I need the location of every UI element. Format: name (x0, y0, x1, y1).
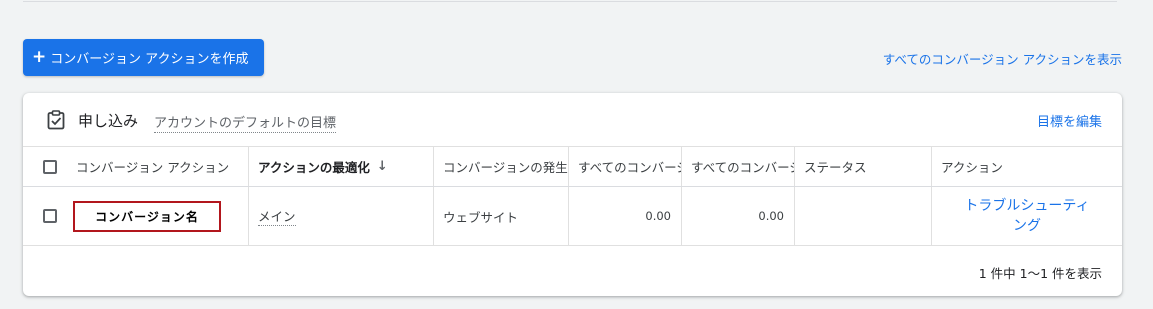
conversion-name[interactable]: コンバージョン名 (73, 201, 221, 232)
header-source[interactable]: コンバージョンの発生元 (433, 147, 568, 186)
toolbar: + コンバージョン アクションを作成 すべてのコンバージョン アクションを表示 (0, 38, 1153, 78)
header-all-conversions-1[interactable]: すべてのコンバージョン (568, 147, 681, 186)
pagination-summary: 1 件中 1～1 件を表示 (978, 266, 1102, 281)
previous-section-card (23, 0, 1117, 2)
troubleshooting-link[interactable]: トラブルシューティング (931, 187, 1122, 245)
create-conversion-action-button[interactable]: + コンバージョン アクションを作成 (23, 39, 264, 76)
plus-icon: + (32, 47, 47, 67)
row-select-cell: コンバージョン名 (23, 187, 248, 245)
row-checkbox[interactable] (43, 209, 57, 223)
optimization-cell: メイン (248, 187, 433, 245)
header-action-optimization[interactable]: アクションの最適化 ↓ (248, 147, 433, 186)
all-conversions-1-cell: 0.00 (568, 187, 681, 245)
table-row: コンバージョン名 メイン ウェブサイト 0.00 0.00 トラブルシューティン… (23, 187, 1122, 246)
edit-goal-link[interactable]: 目標を編集 (1037, 111, 1102, 130)
all-conversions-2-cell: 0.00 (681, 187, 794, 245)
header-action-optimization-label: アクションの最適化 (258, 160, 370, 175)
status-cell (794, 187, 931, 245)
goal-header: 申し込み アカウントのデフォルトの目標 目標を編集 (23, 93, 1122, 147)
goal-description[interactable]: アカウントのデフォルトの目標 (154, 112, 337, 133)
optimization-value[interactable]: メイン (258, 206, 296, 226)
goal-name: 申し込み (78, 112, 139, 130)
sort-down-icon: ↓ (376, 159, 388, 174)
header-all-conversions-2[interactable]: すべてのコンバージョン (681, 147, 794, 186)
header-status[interactable]: ステータス (794, 147, 931, 186)
select-all-checkbox[interactable] (43, 159, 57, 174)
goal-card: 申し込み アカウントのデフォルトの目標 目標を編集 コンバージョン アクション … (23, 93, 1122, 296)
clipboard-check-icon (47, 110, 65, 130)
create-conversion-action-label: コンバージョン アクションを作成 (50, 52, 249, 67)
source-cell: ウェブサイト (433, 187, 568, 245)
header-select-cell: コンバージョン アクション (23, 147, 248, 186)
header-actions: アクション (931, 147, 1122, 186)
header-conversion-action[interactable]: コンバージョン アクション (76, 157, 229, 176)
table-header-row: コンバージョン アクション アクションの最適化 ↓ コンバージョンの発生元 すべ… (23, 147, 1122, 187)
view-all-conversion-actions-link[interactable]: すべてのコンバージョン アクションを表示 (883, 49, 1122, 68)
